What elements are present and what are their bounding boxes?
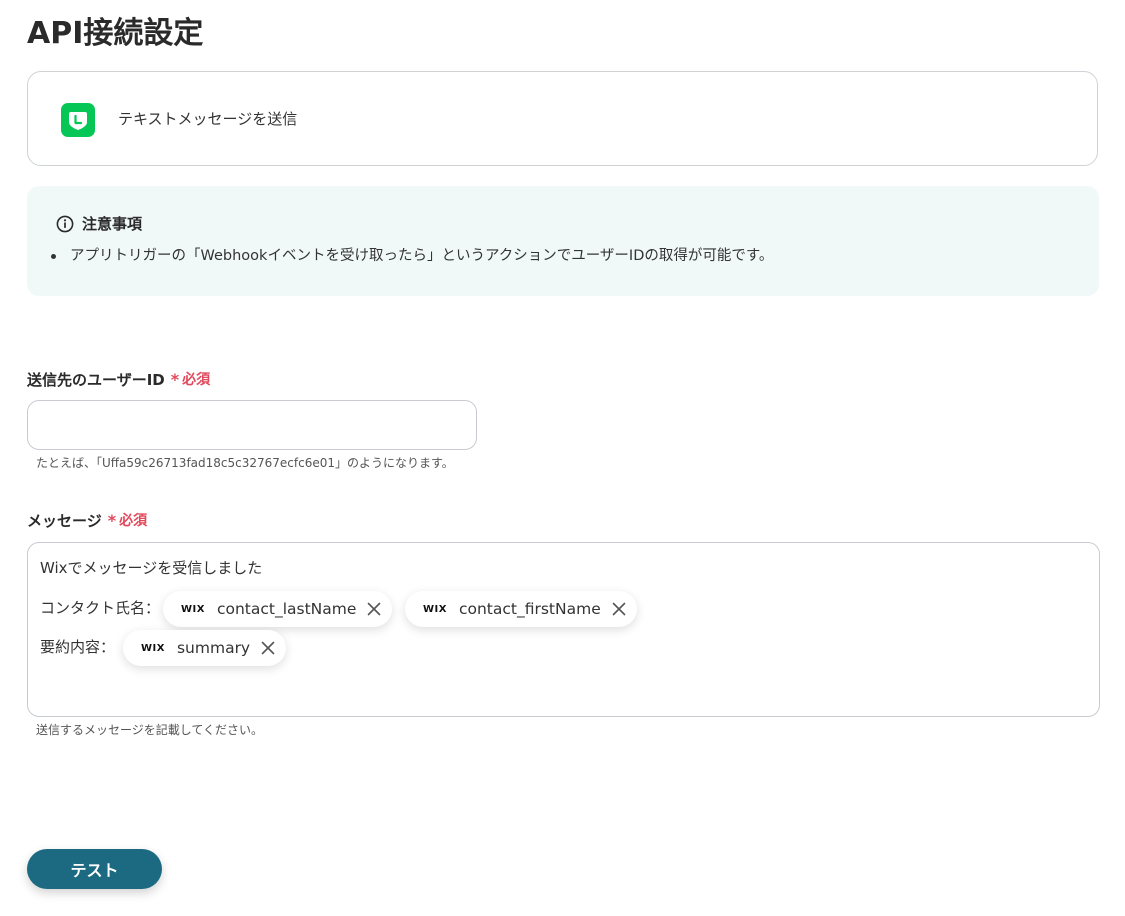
line-app-icon: [61, 103, 95, 137]
chip-label: contact_lastName: [216, 600, 357, 618]
bullet-icon: [51, 253, 56, 259]
notice-header: 注意事項: [56, 214, 142, 234]
notice-item: アプリトリガーの「Webhookイベントを受け取ったら」というアクションでユーザ…: [51, 246, 773, 266]
notice-list: アプリトリガーの「Webhookイベントを受け取ったら」というアクションでユーザ…: [51, 246, 773, 266]
chip-label: summary: [176, 639, 251, 657]
message-label-text: メッセージ: [27, 512, 102, 530]
summary-prefix: 要約内容：: [40, 638, 116, 656]
required-star-icon: *: [170, 370, 180, 389]
notice-title: 注意事項: [82, 215, 143, 233]
wix-icon: WIX: [181, 603, 205, 615]
variable-chip[interactable]: WIX contact_lastName: [163, 591, 393, 627]
required-badge: * 必須: [171, 370, 210, 390]
close-icon[interactable]: [366, 601, 382, 617]
user-id-label: 送信先のユーザーID * 必須: [27, 370, 210, 390]
required-label: 必須: [119, 513, 148, 529]
message-help: 送信するメッセージを記載してください。: [36, 723, 264, 737]
user-id-input[interactable]: [27, 400, 477, 450]
notice-item-text: アプリトリガーの「Webhookイベントを受け取ったら」というアクションでユーザ…: [70, 248, 774, 264]
variable-chip[interactable]: WIX summary: [123, 630, 287, 666]
page-title: API接続設定: [27, 16, 204, 51]
close-icon[interactable]: [260, 640, 276, 656]
close-icon[interactable]: [611, 601, 627, 617]
test-button[interactable]: テスト: [27, 849, 162, 889]
message-label: メッセージ * 必須: [27, 511, 147, 531]
action-card[interactable]: テキストメッセージを送信: [27, 71, 1098, 166]
wix-icon: WIX: [423, 603, 447, 615]
message-editor[interactable]: Wixでメッセージを受信しました コンタクト氏名： WIX contact_la…: [27, 542, 1100, 717]
wix-icon: WIX: [141, 642, 165, 654]
variable-chip[interactable]: WIX contact_firstName: [405, 591, 637, 627]
user-id-label-text: 送信先のユーザーID: [27, 371, 165, 389]
required-badge: * 必須: [108, 511, 147, 531]
chip-label: contact_firstName: [458, 600, 601, 618]
user-id-help: たとえば、「Uffa59c26713fad18c5c32767ecfc6e01」…: [36, 456, 454, 470]
required-label: 必須: [182, 372, 211, 388]
action-label: テキストメッセージを送信: [118, 110, 298, 128]
info-icon: [56, 215, 74, 233]
contact-prefix: コンタクト氏名：: [40, 599, 161, 617]
message-line-1: Wixでメッセージを受信しました: [40, 559, 263, 577]
required-star-icon: *: [107, 511, 117, 530]
notice-box: 注意事項 アプリトリガーの「Webhookイベントを受け取ったら」というアクショ…: [27, 186, 1099, 296]
